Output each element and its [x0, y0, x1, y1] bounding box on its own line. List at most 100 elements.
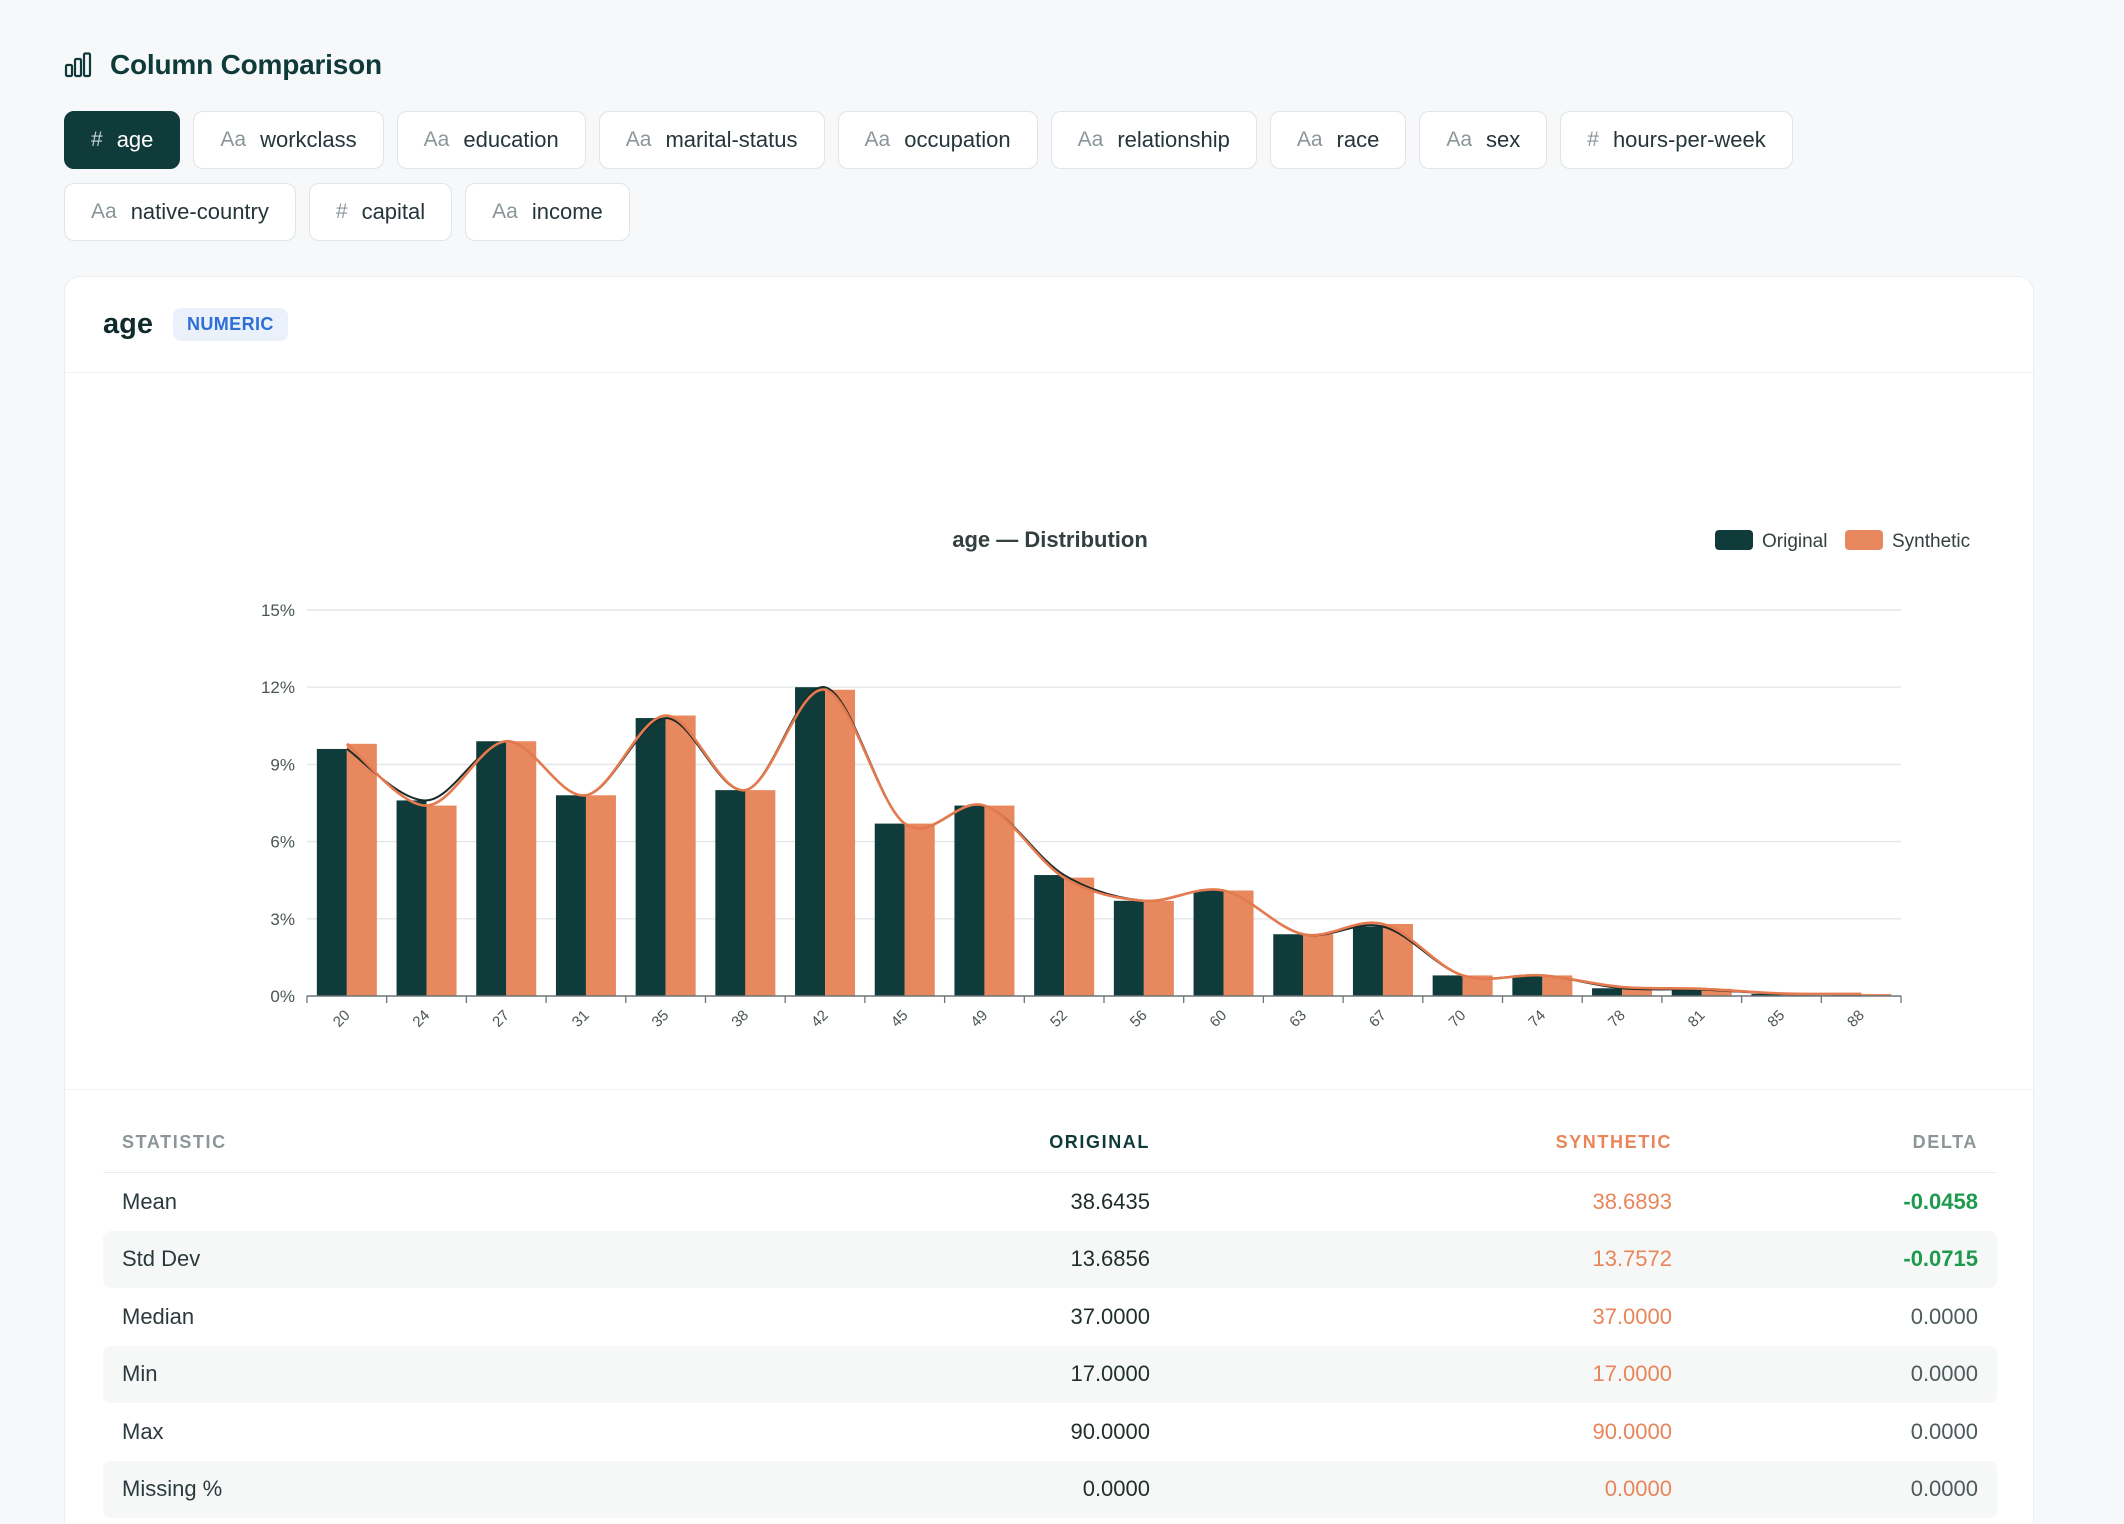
column-chip-education[interactable]: Aa education [396, 111, 586, 169]
column-chip-label: hours-per-week [1612, 127, 1766, 152]
bar-original-31 [555, 795, 586, 996]
column-card: age NUMERIC age — Distribution Original Sy… [64, 276, 2034, 1524]
column-chip-marital-status[interactable]: Aa marital-status [598, 111, 825, 169]
legend-label-synthetic: Synthetic [1892, 531, 1970, 552]
bar-synthetic-56 [1143, 900, 1174, 996]
x-tick-label: 27 [489, 1007, 513, 1031]
stat-original-value: 13.6856 [1070, 1246, 1150, 1272]
bar-original-67 [1352, 926, 1383, 996]
x-tick-label: 49 [967, 1007, 991, 1031]
bar-original-20 [316, 748, 347, 996]
x-tick-label: 31 [569, 1007, 593, 1031]
bar-original-42 [795, 687, 826, 996]
stat-synthetic-value: 38.6893 [1592, 1188, 1672, 1214]
stat-original-value: 38.6435 [1070, 1188, 1150, 1214]
x-tick-label: 78 [1605, 1007, 1629, 1031]
y-tick-label: 9% [270, 755, 295, 774]
chart-svg: age — Distribution Original Synthetic 0% 3% 6… [261, 527, 1970, 1031]
stats-row: Mean 38.6435 38.6893 -0.0458 [103, 1173, 1997, 1231]
bar-synthetic-49 [984, 805, 1015, 996]
stat-synthetic-value: 37.0000 [1592, 1303, 1672, 1329]
stat-original-value: 17.0000 [1070, 1361, 1150, 1387]
x-tick-label: 38 [728, 1007, 752, 1031]
x-tick-label: 74 [1525, 1007, 1549, 1031]
stat-original-value: 37.0000 [1070, 1303, 1150, 1329]
stat-name: Min [122, 1361, 158, 1387]
y-tick-label: 6% [270, 833, 295, 852]
bar-synthetic-42 [825, 689, 856, 996]
legend-swatch-synthetic [1845, 530, 1883, 550]
bar-synthetic-67 [1382, 923, 1413, 996]
stats-row: Max 90.0000 90.0000 0.0000 [103, 1403, 1997, 1461]
column-name: age [103, 308, 153, 340]
column-chip-sex[interactable]: Aa sex [1419, 111, 1548, 169]
x-tick-label: 52 [1047, 1007, 1071, 1031]
column-chip-label: education [463, 127, 559, 152]
stat-name: Max [122, 1418, 164, 1444]
bar-synthetic-27 [506, 741, 537, 996]
bar-original-81 [1671, 989, 1702, 996]
column-chip-capital[interactable]: # capital [308, 183, 453, 241]
text-type-icon: Aa [220, 128, 247, 151]
bar-original-70 [1432, 975, 1463, 996]
bar-original-74 [1512, 975, 1543, 996]
bar-original-24 [396, 800, 427, 996]
column-chip-occupation[interactable]: Aa occupation [837, 111, 1038, 169]
stat-delta-value: -0.0715 [1903, 1246, 1978, 1272]
x-tick-label: 20 [330, 1007, 354, 1031]
column-chip-hours-per-week[interactable]: # hours-per-week [1560, 111, 1793, 169]
x-tick-label: 35 [649, 1007, 673, 1031]
column-chip-label: occupation [904, 127, 1011, 152]
column-chip-workclass[interactable]: Aa workclass [193, 111, 384, 169]
bar-synthetic-24 [426, 805, 457, 996]
text-type-icon: Aa [864, 128, 891, 151]
bar-synthetic-20 [346, 743, 377, 996]
x-tick-label: 56 [1127, 1007, 1151, 1031]
numeric-type-icon: # [335, 200, 348, 223]
x-tick-label: 42 [808, 1007, 832, 1031]
column-chip-race[interactable]: Aa race [1269, 111, 1407, 169]
stat-name: Missing % [122, 1476, 223, 1502]
stats-row: Std Dev 13.6856 13.7572 -0.0715 [103, 1230, 1997, 1288]
column-chip-label: marital-status [665, 127, 798, 152]
stats-header-row: STATISTIC ORIGINAL SYNTHETIC DELTA [103, 1113, 1997, 1173]
y-tick-label: 15% [261, 601, 295, 620]
column-chip-label: relationship [1117, 127, 1230, 152]
text-type-icon: Aa [91, 200, 117, 223]
column-chip-label: native-country [130, 199, 269, 224]
y-tick-label: 12% [261, 678, 295, 697]
bar-original-49 [954, 805, 985, 996]
bar-original-63 [1273, 934, 1304, 996]
text-type-icon: Aa [1296, 128, 1323, 151]
x-tick-label: 88 [1844, 1007, 1868, 1031]
bar-synthetic-38 [745, 790, 776, 996]
stats-table: STATISTIC ORIGINAL SYNTHETIC DELTA Mean 38.64… [103, 1113, 1997, 1518]
stat-original-value: 90.0000 [1070, 1418, 1150, 1444]
column-chip-label: income [531, 199, 603, 224]
bar-original-27 [476, 741, 507, 996]
x-tick-label: 81 [1685, 1007, 1709, 1031]
numeric-type-icon: # [1587, 128, 1599, 151]
bar-synthetic-60 [1223, 890, 1254, 996]
stat-delta-value: 0.0000 [1910, 1418, 1978, 1444]
column-chip-native-country[interactable]: Aa native-country [64, 183, 296, 241]
column-chip-label: sex [1486, 127, 1521, 152]
page-title: Column Comparison [110, 49, 382, 80]
text-type-icon: Aa [1446, 128, 1472, 151]
stats-header-delta: DELTA [1912, 1132, 1978, 1152]
column-chip-relationship[interactable]: Aa relationship [1050, 111, 1257, 169]
bar-chart-icon [64, 50, 94, 80]
distribution-chart: age — Distribution Original Synthetic 0% 3% 6… [65, 373, 2033, 1090]
bar-original-35 [635, 718, 666, 996]
column-selector: # age Aa workclass Aa education Aa marital-stat… [64, 111, 2024, 241]
stat-delta-value: 0.0000 [1910, 1361, 1978, 1387]
column-chip-label: race [1336, 127, 1380, 152]
stat-synthetic-value: 13.7572 [1592, 1246, 1672, 1272]
column-chip-income[interactable]: Aa income [465, 183, 630, 241]
stat-delta-value: 0.0000 [1910, 1476, 1978, 1502]
x-tick-label: 60 [1206, 1007, 1230, 1031]
y-tick-label: 0% [270, 987, 295, 1006]
stat-name: Std Dev [122, 1246, 201, 1272]
text-type-icon: Aa [423, 128, 450, 151]
column-chip-age[interactable]: # age [64, 111, 181, 169]
